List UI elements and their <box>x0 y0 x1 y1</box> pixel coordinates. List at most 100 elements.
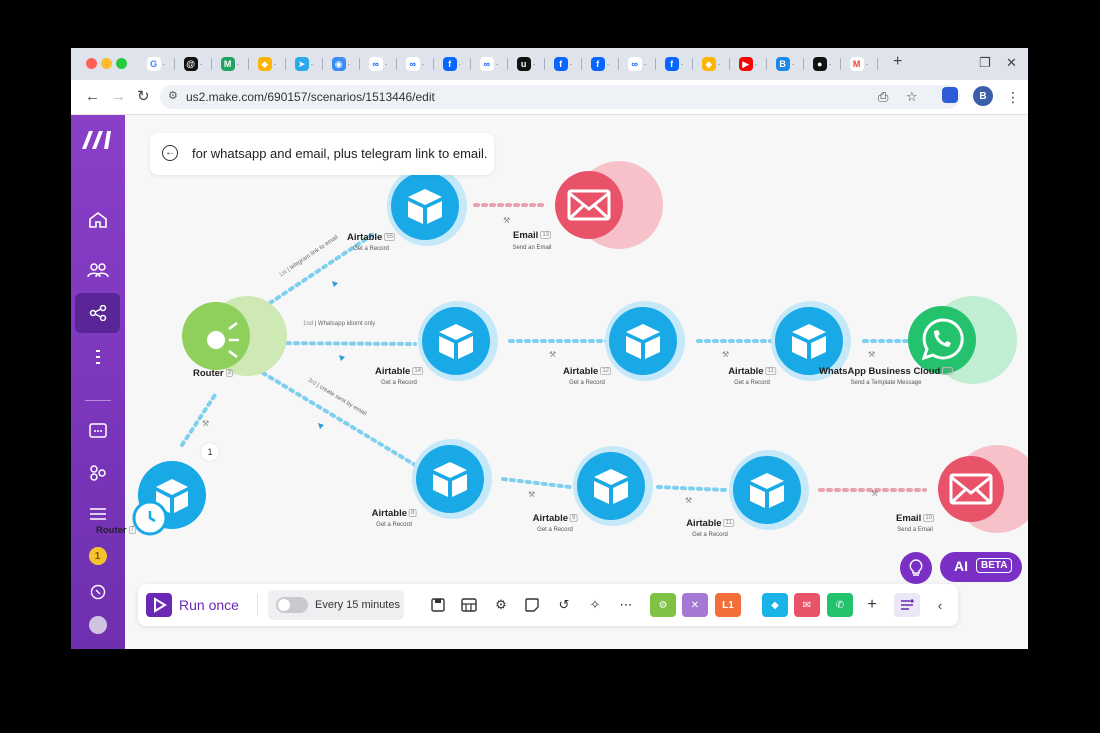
browser-tab[interactable]: ◆ · <box>251 54 283 74</box>
make-logo-icon[interactable] <box>80 129 116 151</box>
browser-tab[interactable]: ➤ · <box>288 54 320 74</box>
url-text[interactable]: us2.make.com/690157/scenarios/1513446/ed… <box>186 90 435 104</box>
airtable-module-a-mid-2[interactable] <box>605 301 685 381</box>
kebab-menu-icon[interactable]: ⋮ <box>1006 88 1020 106</box>
route-label-2[interactable]: 1nd | Whatsapp idiomt only <box>303 321 375 327</box>
module-label[interactable]: Router 7 <box>96 525 136 536</box>
browser-tab[interactable]: G · <box>140 54 172 74</box>
minimize-window-button[interactable] <box>101 58 112 69</box>
run-once-button[interactable] <box>146 593 172 617</box>
blueprint-icon[interactable] <box>461 597 477 613</box>
browser-tab[interactable]: f · <box>584 54 616 74</box>
browser-tab[interactable]: @ · <box>177 54 209 74</box>
filter-icon[interactable]: ⚒ <box>868 350 875 359</box>
address-bar[interactable]: ⚙ us2.make.com/690157/scenarios/1513446/… <box>160 85 960 109</box>
tab-close-icon[interactable]: · <box>829 60 832 69</box>
save-icon[interactable] <box>430 597 446 613</box>
undo-icon[interactable]: ↺ <box>556 597 572 613</box>
trigger-module[interactable] <box>132 461 206 536</box>
module-label[interactable]: Email 13 <box>513 230 552 241</box>
forward-arrow-icon[interactable]: → <box>111 88 126 106</box>
cast-icon[interactable]: ⎙ <box>878 89 888 105</box>
extension-icon[interactable] <box>942 87 958 103</box>
browser-tab[interactable]: f · <box>547 54 579 74</box>
browser-tab[interactable]: ◆ · <box>695 54 727 74</box>
email-module-bottom[interactable] <box>938 445 1028 533</box>
text-parser-chip[interactable]: L1 <box>715 593 741 617</box>
module-label[interactable]: Airtable 8 <box>372 508 417 519</box>
airtable-chip[interactable]: ◆ <box>762 593 788 617</box>
browser-tab[interactable]: f · <box>658 54 690 74</box>
tab-close-icon[interactable]: · <box>496 60 499 69</box>
favorites-icon[interactable] <box>894 593 920 617</box>
module-label[interactable]: Router 2 <box>193 368 233 379</box>
email-chip[interactable]: ✉ <box>794 593 820 617</box>
tab-close-icon[interactable]: · <box>200 60 203 69</box>
module-label[interactable]: Airtable 11 <box>728 366 776 377</box>
browser-tab[interactable]: ◉ · <box>325 54 357 74</box>
tab-close-icon[interactable]: · <box>163 60 166 69</box>
tab-close-icon[interactable]: · <box>570 60 573 69</box>
browser-tab[interactable]: ∞ · <box>362 54 394 74</box>
tab-close-icon[interactable]: · <box>274 60 277 69</box>
browser-tab[interactable]: ∞ · <box>473 54 505 74</box>
browser-tab[interactable]: f · <box>436 54 468 74</box>
bookmark-star-icon[interactable]: ☆ <box>906 89 918 105</box>
module-label[interactable]: Airtable 55 <box>347 232 396 243</box>
tab-close-icon[interactable]: · <box>792 60 795 69</box>
flow-control-chip[interactable]: ✕ <box>682 593 708 617</box>
close-icon[interactable]: ✕ <box>1006 55 1017 71</box>
airtable-module-a-top[interactable] <box>387 166 467 246</box>
auto-align-icon[interactable]: ✧ <box>587 597 603 613</box>
sidebar-item-scenarios[interactable] <box>75 293 120 333</box>
module-label[interactable]: Airtable 14 <box>375 366 424 377</box>
back-arrow-icon[interactable]: ← <box>85 88 100 106</box>
link-bot-2-3[interactable] <box>656 485 728 492</box>
router-module[interactable] <box>182 296 287 376</box>
scenario-canvas[interactable]: ⚒ ⚒ ⚒ ⚒ ⚒ ⚒ ⚒ ⚒ ← for whatsapp and email… <box>96 115 1028 649</box>
sidebar-item-apps[interactable] <box>75 453 120 493</box>
sidebar-item-credits[interactable]: 1 <box>75 536 120 576</box>
hint-button[interactable] <box>900 552 932 584</box>
browser-tab[interactable]: M · <box>843 54 875 74</box>
close-window-button[interactable] <box>86 58 97 69</box>
route-filter-marker[interactable] <box>339 355 345 361</box>
airtable-module-a-bot-2[interactable] <box>573 446 653 526</box>
sidebar-item-team[interactable] <box>75 250 120 290</box>
ai-prompt-card[interactable]: ← for whatsapp and email, plus telegram … <box>150 133 494 175</box>
reload-icon[interactable]: ↻ <box>137 88 150 106</box>
tab-close-icon[interactable]: · <box>866 60 869 69</box>
scheduling-toggle[interactable] <box>276 597 308 613</box>
more-options-icon[interactable]: ⋯ <box>618 597 634 613</box>
ai-assistant-button[interactable]: AI BETA <box>940 552 1022 582</box>
sidebar-item-more[interactable] <box>75 337 120 377</box>
tab-close-icon[interactable]: · <box>385 60 388 69</box>
browser-tab[interactable]: ∞ · <box>621 54 653 74</box>
restore-icon[interactable]: ❐ <box>979 55 991 71</box>
airtable-module-a-mid-1[interactable] <box>418 301 498 381</box>
filter-icon[interactable]: ⚒ <box>528 490 535 499</box>
trigger-router-link[interactable] <box>180 393 217 447</box>
filter-icon[interactable]: ⚒ <box>685 496 692 505</box>
schedule-control[interactable]: Every 15 minutes <box>268 590 404 620</box>
filter-icon[interactable]: ⚒ <box>871 489 878 498</box>
tab-close-icon[interactable]: · <box>533 60 536 69</box>
browser-tab[interactable]: ∞ · <box>399 54 431 74</box>
sidebar-item-home[interactable] <box>75 200 120 240</box>
airtable-module-a-bot-3[interactable] <box>729 450 809 530</box>
whatsapp-chip[interactable]: ✆ <box>827 593 853 617</box>
schedule-label[interactable]: Every 15 minutes <box>315 599 400 611</box>
sidebar-item-notifications[interactable] <box>75 411 120 451</box>
module-label[interactable]: WhatsApp Business Cloud 13 <box>819 366 954 377</box>
tools-chip[interactable]: ⚙ <box>650 593 676 617</box>
module-label[interactable]: Airtable 9 <box>533 513 578 524</box>
filter-icon[interactable]: ⚒ <box>549 350 556 359</box>
browser-tab[interactable]: M · <box>214 54 246 74</box>
tab-close-icon[interactable]: · <box>348 60 351 69</box>
tab-close-icon[interactable]: · <box>755 60 758 69</box>
collapse-chevron-icon[interactable]: ‹ <box>932 597 948 613</box>
module-label[interactable]: Airtable 12 <box>563 366 612 377</box>
email-module-top[interactable] <box>555 161 663 249</box>
settings-gear-icon[interactable]: ⚙ <box>493 597 509 613</box>
filter-icon[interactable]: ⚒ <box>503 216 510 225</box>
